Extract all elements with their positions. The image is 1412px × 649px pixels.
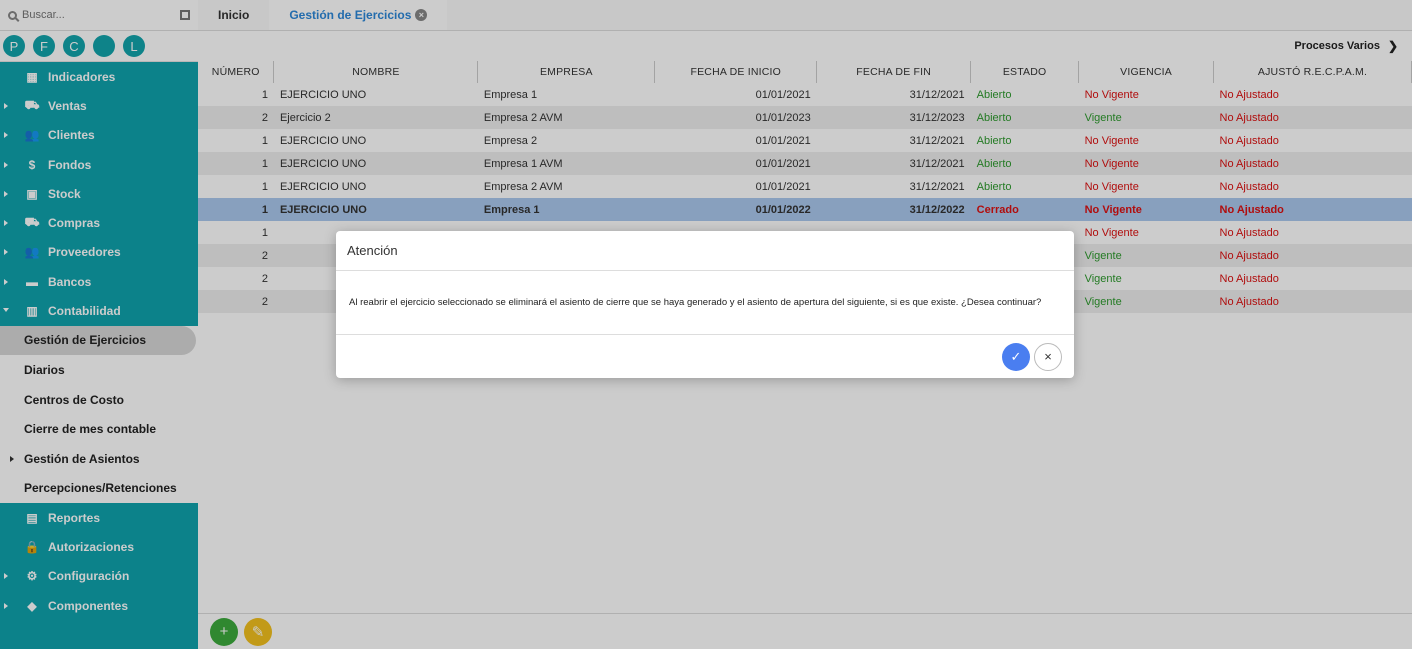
- confirm-dialog: Atención Al reabrir el ejercicio selecci…: [336, 231, 1074, 378]
- dialog-footer: ✓ ×: [336, 335, 1074, 378]
- dialog-message: Al reabrir el ejercicio seleccionado se …: [336, 271, 1074, 335]
- cancel-button[interactable]: ×: [1034, 342, 1062, 371]
- confirm-button[interactable]: ✓: [1002, 342, 1030, 371]
- dialog-title: Atención: [336, 231, 1074, 271]
